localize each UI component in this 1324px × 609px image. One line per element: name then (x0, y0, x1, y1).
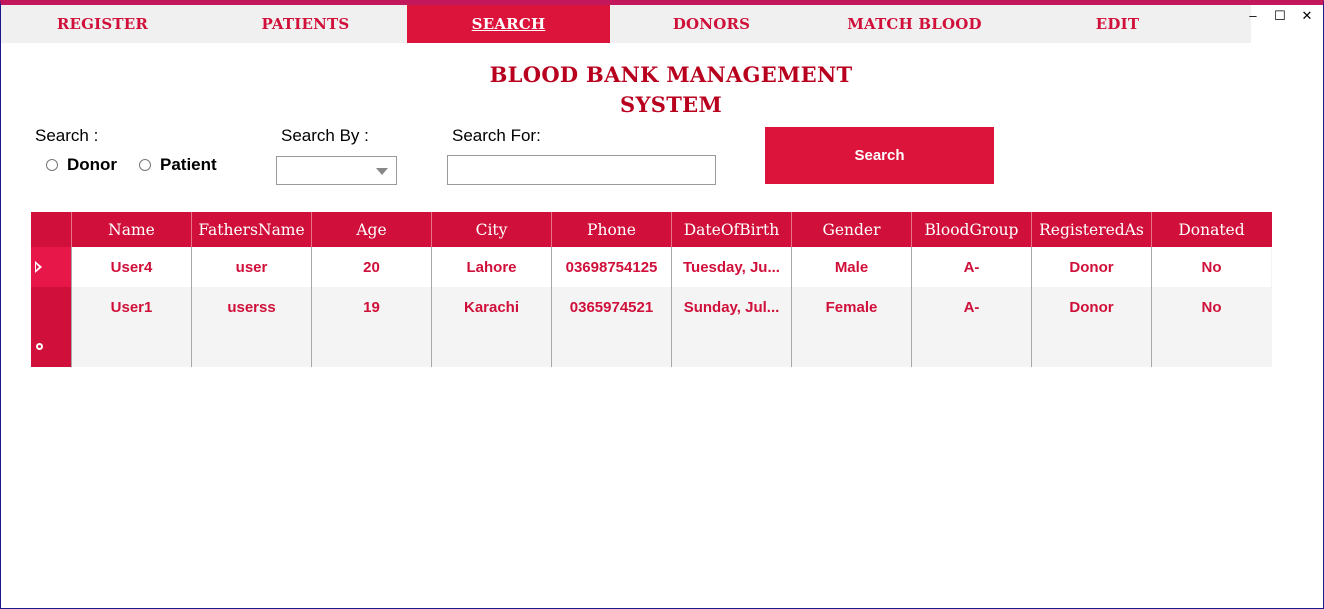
app-window: REGISTER PATIENTS SEARCH DONORS MATCH BL… (0, 0, 1324, 609)
cell-city[interactable]: Lahore (431, 247, 551, 287)
title-line-2: SYSTEM (619, 92, 722, 117)
cell-empty[interactable] (311, 327, 431, 367)
column-header-fathersname[interactable]: FathersName (191, 212, 311, 247)
tab-edit[interactable]: EDIT (1016, 5, 1219, 43)
tab-register[interactable]: REGISTER (1, 5, 204, 43)
cell-bloodgroup[interactable]: A- (911, 287, 1031, 327)
search-for-label: Search For: (452, 126, 541, 145)
cell-fathersname[interactable]: user (191, 247, 311, 287)
cell-age[interactable]: 19 (311, 287, 431, 327)
cell-gender[interactable]: Female (791, 287, 911, 327)
search-label: Search : (35, 126, 99, 145)
cell-empty[interactable] (791, 327, 911, 367)
grid-header: Name FathersName Age City Phone DateOfBi… (31, 212, 1272, 247)
cell-donated[interactable]: No (1151, 287, 1271, 327)
column-header-bloodgroup[interactable]: BloodGroup (911, 212, 1031, 247)
cell-fathersname[interactable]: userss (191, 287, 311, 327)
tab-match-blood[interactable]: MATCH BLOOD (813, 5, 1016, 43)
cell-age[interactable]: 20 (311, 247, 431, 287)
tab-donors[interactable]: DONORS (610, 5, 813, 43)
new-row-icon (36, 343, 43, 350)
cell-donated[interactable]: No (1151, 247, 1271, 287)
current-row-indicator-icon (35, 261, 42, 273)
search-by-dropdown[interactable] (276, 156, 397, 185)
cell-city[interactable]: Karachi (431, 287, 551, 327)
column-header-gender[interactable]: Gender (791, 212, 911, 247)
new-row[interactable] (31, 327, 1272, 367)
chevron-down-icon[interactable] (376, 168, 388, 175)
column-header-age[interactable]: Age (311, 212, 431, 247)
search-for-input[interactable] (447, 155, 716, 185)
cell-dateofbirth[interactable]: Sunday, Jul... (671, 287, 791, 327)
cell-name[interactable]: User4 (71, 247, 191, 287)
cell-empty[interactable] (911, 327, 1031, 367)
cell-empty[interactable] (671, 327, 791, 367)
row-header[interactable] (31, 287, 71, 327)
minimize-icon[interactable]: – (1247, 8, 1259, 24)
cell-registeredas[interactable]: Donor (1031, 247, 1151, 287)
cell-empty[interactable] (1151, 327, 1271, 367)
cell-empty[interactable] (71, 327, 191, 367)
column-header-registeredas[interactable]: RegisteredAs (1031, 212, 1151, 247)
patient-radio-label[interactable]: Patient (160, 155, 217, 175)
cell-empty[interactable] (551, 327, 671, 367)
patient-radio[interactable]: Patient (139, 155, 217, 175)
page-title: BLOOD BANK MANAGEMENT SYSTEM (481, 60, 861, 120)
column-header-donated[interactable]: Donated (1151, 212, 1271, 247)
cell-phone[interactable]: 0365974521 (551, 287, 671, 327)
donor-radio-label[interactable]: Donor (67, 155, 117, 175)
search-button[interactable]: Search (765, 127, 994, 184)
donor-radio[interactable]: Donor (46, 155, 117, 175)
cell-dateofbirth[interactable]: Tuesday, Ju... (671, 247, 791, 287)
close-icon[interactable]: ✕ (1301, 8, 1313, 24)
row-header[interactable] (31, 327, 71, 367)
row-header[interactable] (31, 247, 71, 287)
cell-registeredas[interactable]: Donor (1031, 287, 1151, 327)
patient-radio-circle[interactable] (139, 159, 151, 171)
column-header-phone[interactable]: Phone (551, 212, 671, 247)
tab-patients[interactable]: PATIENTS (204, 5, 407, 43)
grid-corner (31, 212, 71, 247)
cell-phone[interactable]: 03698754125 (551, 247, 671, 287)
table-row[interactable]: User4 user 20 Lahore 03698754125 Tuesday… (31, 247, 1272, 287)
column-header-name[interactable]: Name (71, 212, 191, 247)
maximize-icon[interactable]: ☐ (1274, 8, 1286, 24)
cell-empty[interactable] (431, 327, 551, 367)
cell-empty[interactable] (191, 327, 311, 367)
search-by-label: Search By : (281, 126, 369, 145)
title-line-1: BLOOD BANK MANAGEMENT (489, 62, 853, 87)
column-header-city[interactable]: City (431, 212, 551, 247)
column-header-dateofbirth[interactable]: DateOfBirth (671, 212, 791, 247)
cell-gender[interactable]: Male (791, 247, 911, 287)
nav-bar: REGISTER PATIENTS SEARCH DONORS MATCH BL… (1, 5, 1251, 43)
window-controls: – ☐ ✕ (1247, 8, 1313, 24)
cell-bloodgroup[interactable]: A- (911, 247, 1031, 287)
cell-name[interactable]: User1 (71, 287, 191, 327)
cell-empty[interactable] (1031, 327, 1151, 367)
donor-radio-circle[interactable] (46, 159, 58, 171)
results-grid: Name FathersName Age City Phone DateOfBi… (31, 212, 1272, 367)
tab-search[interactable]: SEARCH (407, 5, 610, 43)
table-row[interactable]: User1 userss 19 Karachi 0365974521 Sunda… (31, 287, 1272, 327)
